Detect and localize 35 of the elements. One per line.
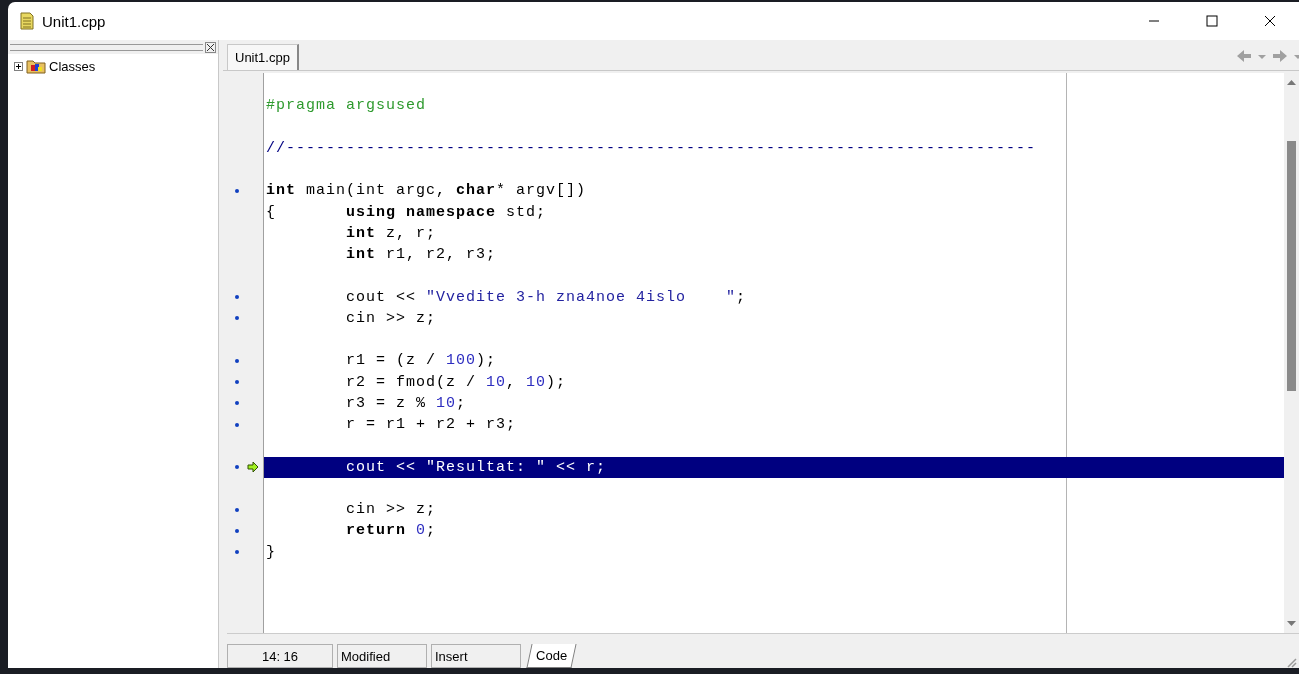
code-line: return 0; — [345, 521, 438, 542]
code-line: } — [265, 542, 277, 563]
code-line: r2 = fmod(z / 10, 10); — [345, 372, 568, 393]
window-title: Unit1.cpp — [42, 12, 106, 30]
code-line: r1 = (z / 100); — [345, 351, 498, 372]
code-line: r3 = z % 10; — [345, 393, 468, 414]
insert-mode: Insert — [431, 644, 521, 668]
code-line: cout << "Vvedite 3-h zna4noe 4islo "; — [345, 287, 748, 308]
execution-arrow-icon — [247, 461, 259, 474]
code-line: //--------------------------------------------------------------------------- — [265, 138, 1038, 159]
cursor-position: 14: 16 — [227, 644, 333, 668]
folder-icon — [26, 58, 46, 74]
view-tab[interactable]: Code — [526, 644, 577, 668]
code-line: int r1, r2, r3; — [345, 245, 498, 266]
code-line: cin >> z; — [345, 500, 438, 521]
close-button[interactable] — [205, 41, 216, 53]
code-line: int z, r; — [345, 223, 438, 244]
file-tab[interactable]: Unit1.cpp — [227, 44, 299, 70]
expand-icon[interactable] — [14, 61, 23, 71]
code-line: #pragma argsused — [265, 96, 428, 117]
code-line: { using namespace std; — [265, 202, 548, 223]
scroll-up-icon[interactable] — [1287, 79, 1296, 85]
code-line: cin >> z; — [345, 308, 438, 329]
panel-grip[interactable] — [10, 43, 203, 51]
code-line: int main(int argc, char* argv[]) — [265, 181, 588, 202]
maximize-icon — [1206, 15, 1218, 27]
code-line: r = r1 + r2 + r3; — [345, 415, 518, 436]
close-icon — [1264, 15, 1276, 27]
document-icon — [20, 12, 34, 30]
tree-item[interactable]: Classes — [49, 58, 96, 74]
scroll-down-icon[interactable] — [1287, 621, 1296, 627]
resize-grip-icon[interactable] — [1285, 656, 1297, 668]
modified-status: Modified — [337, 644, 427, 668]
back-arrow-icon[interactable] — [1235, 48, 1253, 64]
forward-arrow-icon[interactable] — [1271, 48, 1289, 64]
